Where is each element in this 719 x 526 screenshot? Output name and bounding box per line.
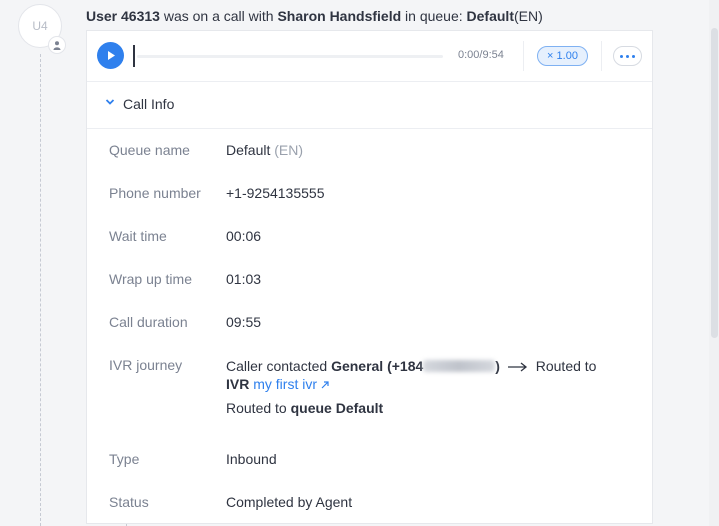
ivr-text: Routed to	[226, 400, 287, 416]
phone-value: +1-9254135555	[226, 185, 325, 201]
ivr-queue: queue Default	[290, 400, 384, 416]
info-label: Phone number	[109, 185, 201, 201]
info-label: Status	[109, 494, 149, 510]
info-label: Type	[109, 451, 140, 467]
ivr-step: IVR my first ivr	[226, 375, 596, 393]
info-label: Call duration	[109, 314, 188, 330]
info-label: Wait time	[109, 228, 167, 244]
ivr-link[interactable]: my first ivr	[253, 376, 329, 392]
info-label: Queue name	[109, 142, 190, 158]
divider	[523, 41, 524, 71]
timeline-line	[40, 54, 41, 526]
scrollbar-thumb[interactable]	[711, 28, 718, 338]
type-value: Inbound	[226, 451, 277, 467]
status-value: Completed by Agent	[226, 494, 353, 510]
more-icon-dot	[632, 54, 635, 58]
ivr-step: Routed to queue Default	[226, 399, 596, 417]
user-name: User 46313	[86, 8, 160, 24]
section-title: Call Info	[123, 96, 175, 112]
arrow-right-icon	[507, 362, 527, 372]
event-headline: User 46313 was on a call with Sharon Han…	[86, 8, 543, 24]
headline-text: in queue:	[405, 8, 463, 24]
avatar-initials: U4	[32, 19, 48, 33]
scrollbar[interactable]	[709, 0, 719, 526]
ivr-text: Routed to	[535, 358, 597, 374]
more-button[interactable]	[613, 46, 642, 66]
ivr-type: IVR	[226, 376, 250, 392]
headline-text: was on a call with	[163, 8, 274, 24]
info-label: IVR journey	[109, 357, 183, 373]
call-info-header[interactable]: Call Info	[87, 82, 652, 129]
play-icon	[107, 51, 115, 60]
queue-lang: (EN)	[513, 8, 543, 24]
call-card: 0:00/9:54 × 1.00 Call Info Queue name De…	[86, 30, 653, 524]
info-value: Default (EN)	[226, 142, 303, 158]
person-icon	[48, 36, 66, 54]
queue-lang: (EN)	[274, 142, 304, 158]
ivr-journey: Caller contacted General (+184) Routed t…	[226, 357, 596, 417]
audio-player: 0:00/9:54 × 1.00	[87, 31, 652, 82]
ivr-link-text: my first ivr	[253, 376, 317, 392]
ivr-step: Caller contacted General (+184) Routed t…	[226, 357, 596, 375]
info-label: Wrap up time	[109, 271, 192, 287]
speed-button[interactable]: × 1.00	[537, 46, 588, 66]
redacted-number	[423, 360, 496, 372]
ivr-number: General (+184	[331, 358, 424, 374]
ivr-text: Caller contacted	[226, 358, 328, 374]
duration-value: 09:55	[226, 314, 262, 330]
wait-value: 00:06	[226, 228, 262, 244]
more-icon	[620, 54, 623, 58]
queue-value: Default	[226, 142, 271, 158]
wrap-value: 01:03	[226, 271, 262, 287]
more-icon-dot	[626, 54, 629, 58]
progress-track[interactable]	[137, 55, 443, 58]
playback-time: 0:00/9:54	[458, 49, 504, 61]
divider	[601, 41, 602, 71]
chevron-down-icon	[105, 99, 115, 105]
ivr-number-close: )	[495, 358, 500, 374]
playhead[interactable]	[133, 45, 135, 67]
contact-name: Sharon Handsfield	[277, 8, 402, 24]
external-link-icon	[321, 381, 329, 389]
queue-name: Default	[466, 8, 514, 24]
play-button[interactable]	[97, 42, 124, 69]
